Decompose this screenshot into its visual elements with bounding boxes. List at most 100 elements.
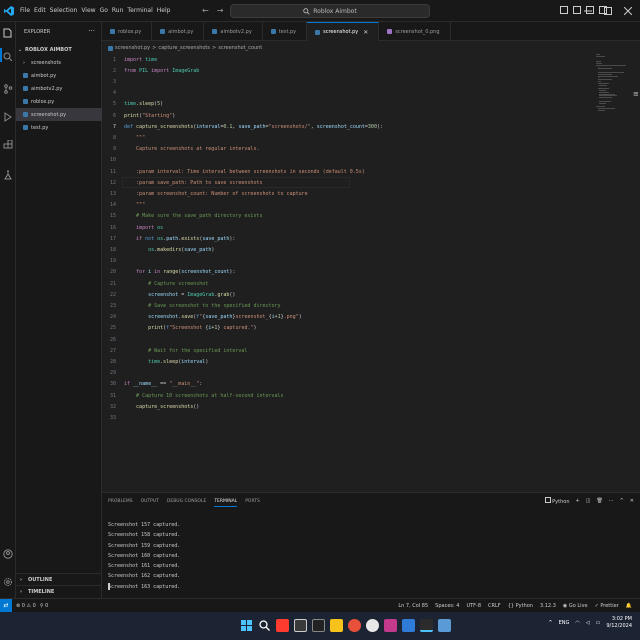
code-editor[interactable]: 1 import time 2 from PIL import ImageGrab 3 4…: [102, 54, 592, 490]
terminal-output[interactable]: Screenshot 157 captured. Screenshot 158 …: [108, 520, 180, 592]
more-actions-icon[interactable]: ···: [609, 498, 614, 504]
menu-edit[interactable]: Edit: [34, 7, 46, 14]
ports-status[interactable]: ⚲ 0: [40, 603, 48, 609]
tab-aimbot[interactable]: aimbot.py: [152, 22, 205, 41]
more-actions-icon[interactable]: ···: [88, 27, 95, 35]
word-app-icon[interactable]: [402, 619, 415, 632]
windows-start-icon[interactable]: [240, 619, 253, 632]
app-icon[interactable]: [438, 619, 451, 632]
vscode-app-icon[interactable]: [420, 619, 433, 632]
input-language[interactable]: ENG: [559, 620, 570, 626]
code-text: os.makedirs(save_path): [148, 246, 215, 253]
code-text: capture_screenshots(): [136, 403, 200, 410]
search-icon[interactable]: [258, 619, 271, 632]
breadcrumb-param[interactable]: screenshot_count: [218, 45, 262, 51]
file-explorer-icon[interactable]: [330, 619, 343, 632]
terminal-app-icon[interactable]: [294, 619, 307, 632]
kill-terminal-icon[interactable]: 🗑: [596, 498, 602, 504]
code-text: print(f"Screenshot {i+1} captured."): [148, 325, 257, 332]
tree-item-test[interactable]: test.py: [16, 121, 102, 134]
search-icon[interactable]: [3, 52, 13, 62]
tree-item-screenshot[interactable]: screenshot.py: [16, 108, 102, 121]
settings-gear-icon[interactable]: [3, 577, 13, 587]
minimap[interactable]: [596, 54, 636, 114]
tab-screenshot[interactable]: screenshot.py ✕: [307, 22, 380, 41]
tab-screenshot-png[interactable]: screenshot_0.png: [379, 22, 451, 41]
chrome-browser-icon[interactable]: [366, 619, 379, 632]
problems-status[interactable]: ⊗ 0 ⚠ 0: [16, 603, 36, 609]
tab-roblox[interactable]: roblox.py: [102, 22, 153, 41]
tiktok-app-icon[interactable]: [312, 619, 325, 632]
indentation[interactable]: Spaces: 4: [435, 603, 459, 609]
toggle-panel-icon[interactable]: [573, 6, 581, 14]
breadcrumb-function[interactable]: capture_screenshots: [158, 45, 210, 51]
window-controls: [584, 0, 640, 22]
python-version[interactable]: 3.12.3: [540, 603, 556, 609]
adobe-app-icon[interactable]: [276, 619, 289, 632]
tab-terminal[interactable]: TERMINAL: [214, 499, 238, 507]
tree-item-screenshots[interactable]: › screenshots: [16, 56, 102, 69]
cursor-position[interactable]: Ln 7, Col 85: [398, 603, 428, 609]
language-mode[interactable]: {} Python: [508, 603, 533, 609]
terminal-cursor: [108, 583, 110, 590]
notifications-bell-icon[interactable]: 🔔: [626, 603, 632, 609]
toggle-sidebar-icon[interactable]: [560, 6, 568, 14]
tree-item-label: aimbot.py: [31, 72, 57, 79]
tab-test[interactable]: test.py: [263, 22, 308, 41]
go-live[interactable]: ◉ Go Live: [563, 603, 588, 609]
encoding[interactable]: UTF-8: [466, 603, 481, 609]
tree-item-roblox[interactable]: roblox.py: [16, 95, 102, 108]
timeline-section[interactable]: › TIMELINE: [16, 585, 102, 597]
volume-icon[interactable]: ◁: [586, 620, 590, 626]
tray-chevron-up-icon[interactable]: ^: [548, 620, 552, 626]
menu-selection[interactable]: Selection: [50, 7, 78, 14]
minimize-icon[interactable]: [584, 7, 592, 15]
menu-file[interactable]: File: [20, 7, 30, 14]
account-icon[interactable]: [3, 549, 13, 559]
menu-view[interactable]: View: [81, 7, 95, 14]
explorer-icon[interactable]: [3, 28, 13, 38]
source-control-icon[interactable]: [3, 84, 13, 94]
extensions-icon[interactable]: [3, 140, 13, 150]
clock[interactable]: 3:02 PM 9/12/2024: [606, 616, 632, 630]
forward-arrow-icon[interactable]: →: [217, 6, 224, 15]
menu-run[interactable]: Run: [112, 7, 124, 14]
testing-icon[interactable]: [3, 170, 13, 180]
close-icon[interactable]: [624, 7, 632, 15]
wifi-icon[interactable]: ◠: [575, 620, 579, 626]
split-terminal-icon[interactable]: ◫: [586, 498, 591, 504]
menu-go[interactable]: Go: [100, 7, 108, 14]
outline-section[interactable]: › OUTLINE: [16, 573, 102, 585]
tab-problems[interactable]: PROBLEMS: [108, 499, 133, 507]
tab-ports[interactable]: PORTS: [245, 499, 260, 507]
command-center-search[interactable]: Roblox Aimbot: [230, 4, 430, 18]
tree-item-aimbot[interactable]: aimbot.py: [16, 69, 102, 82]
terminal-profile[interactable]: Python: [544, 497, 570, 505]
remote-indicator-icon[interactable]: ⇄: [0, 598, 12, 613]
line-endings[interactable]: CRLF: [488, 603, 501, 609]
scrollbar-icon[interactable]: ≡: [633, 90, 639, 98]
tree-item-label: screenshots: [31, 59, 62, 66]
tab-label: test.py: [278, 28, 297, 35]
close-panel-icon[interactable]: ✕: [630, 498, 634, 504]
tab-aimbotv2[interactable]: aimbotv2.py: [204, 22, 263, 41]
tab-debug-console[interactable]: DEBUG CONSOLE: [167, 499, 206, 507]
battery-icon[interactable]: ▭: [596, 620, 601, 626]
code-line: 14 """: [102, 200, 592, 211]
python-file-icon: [270, 29, 276, 34]
back-arrow-icon[interactable]: ←: [202, 6, 209, 15]
app-icon[interactable]: [384, 619, 397, 632]
brave-browser-icon[interactable]: [348, 619, 361, 632]
add-terminal-icon[interactable]: +: [576, 498, 580, 504]
tree-item-aimbotv2[interactable]: aimbotv2.py: [16, 82, 102, 95]
maximize-panel-icon[interactable]: ^: [620, 498, 624, 504]
run-debug-icon[interactable]: [3, 112, 13, 122]
close-icon[interactable]: ✕: [363, 29, 368, 36]
menu-help[interactable]: Help: [157, 7, 171, 14]
prettier-status[interactable]: ✓ Prettier: [595, 603, 619, 609]
breadcrumb-file[interactable]: screenshot.py: [115, 45, 150, 51]
menu-terminal[interactable]: Terminal: [127, 7, 152, 14]
workspace-folder[interactable]: ⌄ ROBLOX AIMBOT: [18, 44, 102, 56]
tab-output[interactable]: OUTPUT: [141, 499, 159, 507]
maximize-icon[interactable]: [604, 7, 612, 15]
